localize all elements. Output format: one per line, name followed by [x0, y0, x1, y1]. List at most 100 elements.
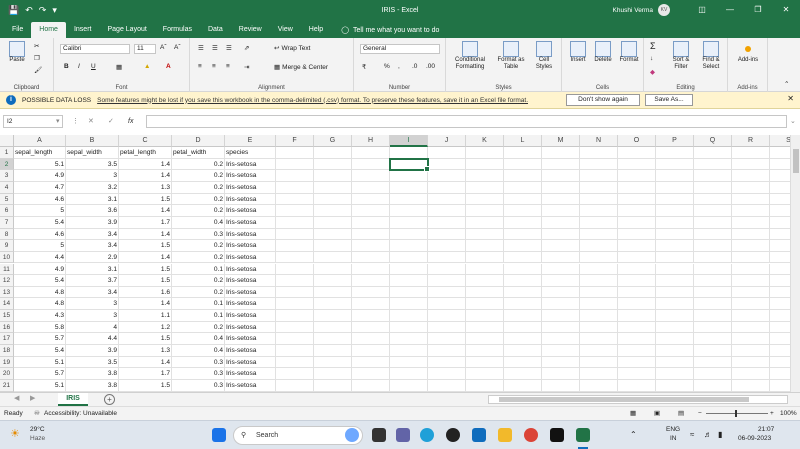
empty-cell[interactable]: [770, 147, 790, 159]
row-header[interactable]: 14: [0, 298, 14, 311]
empty-cell[interactable]: [466, 368, 504, 380]
empty-cell[interactable]: [428, 356, 466, 369]
show-hidden-icons-icon[interactable]: ⌃: [630, 430, 637, 439]
data-cell[interactable]: 3.2: [66, 181, 119, 194]
add-sheet-icon[interactable]: +: [104, 394, 115, 405]
data-cell[interactable]: 0.1: [172, 263, 225, 276]
data-cell[interactable]: 3: [66, 170, 119, 182]
data-cell[interactable]: 1.4: [119, 205, 172, 217]
empty-cell[interactable]: [314, 356, 352, 369]
empty-cell[interactable]: [352, 170, 390, 182]
empty-cell[interactable]: [618, 147, 656, 159]
language-secondary[interactable]: IN: [670, 435, 677, 442]
edge-icon[interactable]: [420, 428, 434, 442]
empty-cell[interactable]: [770, 240, 790, 252]
row-header[interactable]: 15: [0, 310, 14, 322]
minimize-button[interactable]: —: [716, 0, 744, 20]
empty-cell[interactable]: [276, 380, 314, 392]
data-cell[interactable]: 3.9: [66, 216, 119, 229]
column-header-o[interactable]: O: [618, 135, 656, 147]
empty-cell[interactable]: [580, 170, 618, 182]
column-header-i[interactable]: I: [390, 135, 428, 147]
empty-cell[interactable]: [580, 286, 618, 299]
empty-cell[interactable]: [314, 193, 352, 206]
prev-sheet-icon[interactable]: ◀: [14, 394, 19, 402]
chrome-icon[interactable]: [524, 428, 538, 442]
empty-cell[interactable]: [770, 159, 790, 171]
empty-cell[interactable]: [694, 356, 732, 369]
empty-cell[interactable]: [542, 263, 580, 276]
accounting-format-icon[interactable]: ₹: [362, 63, 366, 71]
empty-cell[interactable]: [504, 310, 542, 322]
task-view-icon[interactable]: [372, 428, 386, 442]
data-cell[interactable]: 4: [66, 321, 119, 334]
empty-cell[interactable]: [466, 251, 504, 264]
empty-cell[interactable]: [542, 345, 580, 357]
data-cell[interactable]: 3: [66, 310, 119, 322]
empty-cell[interactable]: [618, 310, 656, 322]
empty-cell[interactable]: [770, 194, 790, 206]
empty-cell[interactable]: [390, 205, 428, 217]
empty-cell[interactable]: [694, 158, 732, 171]
empty-cell[interactable]: [580, 275, 618, 287]
normal-view-icon[interactable]: ▦: [630, 407, 636, 421]
clock-date[interactable]: 06-09-2023: [738, 435, 771, 442]
empty-cell[interactable]: [542, 181, 580, 194]
empty-cell[interactable]: [314, 147, 352, 159]
empty-cell[interactable]: [694, 310, 732, 322]
empty-cell[interactable]: [732, 216, 770, 229]
data-cell[interactable]: 4.3: [14, 310, 66, 322]
data-cell[interactable]: 0.2: [172, 170, 225, 182]
empty-cell[interactable]: [276, 310, 314, 322]
empty-cell[interactable]: [390, 298, 428, 311]
data-cell[interactable]: Iris-setosa: [225, 380, 276, 392]
empty-cell[interactable]: [466, 158, 504, 171]
addins-button[interactable]: Add-ins: [732, 41, 764, 64]
number-format-select[interactable]: General: [360, 44, 440, 54]
select-all-corner[interactable]: [0, 135, 14, 147]
zoom-slider[interactable]: [706, 410, 768, 417]
empty-cell[interactable]: [428, 333, 466, 346]
empty-cell[interactable]: [504, 298, 542, 311]
empty-cell[interactable]: [580, 205, 618, 217]
empty-cell[interactable]: [618, 216, 656, 229]
percent-icon[interactable]: %: [384, 63, 390, 70]
italic-icon[interactable]: I: [78, 63, 80, 70]
empty-cell[interactable]: [466, 345, 504, 357]
data-cell[interactable]: 3.6: [66, 205, 119, 217]
accessibility-status[interactable]: Accessibility: Unavailable: [44, 407, 117, 421]
empty-cell[interactable]: [770, 182, 790, 194]
data-cell[interactable]: 0.2: [172, 181, 225, 194]
data-cell[interactable]: Iris-setosa: [225, 205, 276, 217]
empty-cell[interactable]: [732, 251, 770, 264]
data-cell[interactable]: 4.8: [14, 286, 66, 299]
empty-cell[interactable]: [694, 286, 732, 299]
tab-review[interactable]: Review: [231, 22, 270, 38]
data-cell[interactable]: Iris-setosa: [225, 333, 276, 346]
empty-cell[interactable]: [428, 298, 466, 311]
data-cell[interactable]: 5.1: [14, 380, 66, 392]
empty-cell[interactable]: [466, 310, 504, 322]
row-header[interactable]: 9: [0, 240, 14, 252]
empty-cell[interactable]: [694, 275, 732, 287]
empty-cell[interactable]: [618, 251, 656, 264]
empty-cell[interactable]: [352, 286, 390, 299]
empty-cell[interactable]: [276, 170, 314, 182]
empty-cell[interactable]: [466, 356, 504, 369]
empty-cell[interactable]: [466, 240, 504, 252]
empty-cell[interactable]: [466, 228, 504, 241]
empty-cell[interactable]: [352, 333, 390, 346]
empty-cell[interactable]: [542, 286, 580, 299]
language-primary[interactable]: ENG: [666, 426, 680, 433]
empty-cell[interactable]: [314, 380, 352, 392]
data-cell[interactable]: 5.4: [14, 216, 66, 229]
empty-cell[interactable]: [314, 333, 352, 346]
empty-cell[interactable]: [314, 321, 352, 334]
data-cell[interactable]: 0.3: [172, 228, 225, 241]
empty-cell[interactable]: [428, 275, 466, 287]
empty-cell[interactable]: [656, 356, 694, 369]
data-cell[interactable]: Iris-setosa: [225, 275, 276, 287]
empty-cell[interactable]: [618, 240, 656, 252]
zoom-in-icon[interactable]: +: [770, 407, 774, 421]
empty-cell[interactable]: [542, 251, 580, 264]
